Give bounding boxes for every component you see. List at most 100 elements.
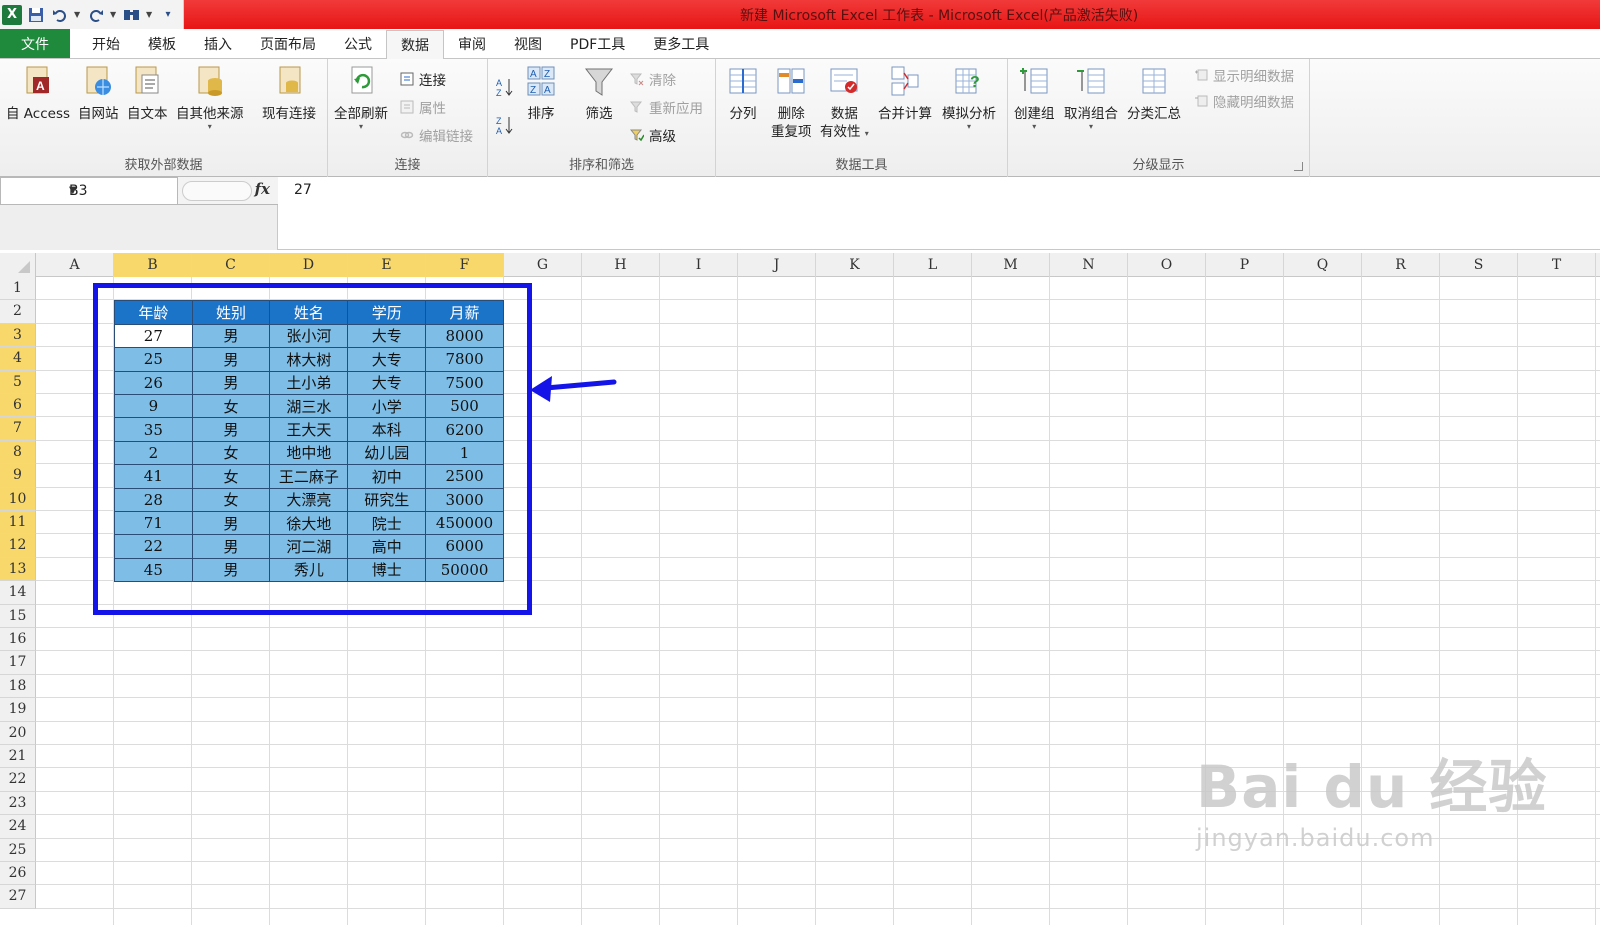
column-header-o[interactable]: O (1128, 253, 1206, 277)
what-if-analysis-button[interactable]: ? 模拟分析 ▾ (942, 65, 996, 131)
row-header-18[interactable]: 18 (0, 674, 36, 699)
row-header-20[interactable]: 20 (0, 721, 36, 745)
column-header-k[interactable]: K (816, 253, 894, 277)
formula-splitter[interactable] (182, 181, 252, 201)
tab-review[interactable]: 审阅 (444, 29, 500, 58)
sort-descending-button[interactable]: ZA (496, 115, 514, 136)
row-header-11[interactable]: 11 (0, 511, 36, 535)
row-header-27[interactable]: 27 (0, 885, 36, 909)
hide-detail-button[interactable]: 隐藏明细数据 (1194, 91, 1294, 111)
reapply-button[interactable]: 重新应用 (629, 97, 703, 117)
row-header-16[interactable]: 16 (0, 628, 36, 652)
clear-filter-button[interactable]: 清除 (629, 69, 676, 89)
row-header-23[interactable]: 23 (0, 791, 36, 816)
sort-ascending-button[interactable]: AZ (496, 77, 514, 98)
row-header-13[interactable]: 13 (0, 557, 36, 582)
tab-formulas[interactable]: 公式 (330, 29, 386, 58)
row-header-6[interactable]: 6 (0, 394, 36, 418)
ungroup-button[interactable]: 取消组合 ▾ (1064, 65, 1118, 131)
tab-more-tools[interactable]: 更多工具 (639, 29, 723, 58)
subtotal-button[interactable]: 分类汇总 (1127, 65, 1181, 123)
tab-file[interactable]: 文件 (0, 29, 70, 58)
column-header-d[interactable]: D (270, 253, 348, 277)
row-header-10[interactable]: 10 (0, 487, 36, 511)
row-header-9[interactable]: 9 (0, 464, 36, 488)
row-header-4[interactable]: 4 (0, 347, 36, 371)
data-validation-button[interactable]: 数据 有效性 ▾ (820, 65, 869, 141)
row-header-17[interactable]: 17 (0, 651, 36, 675)
undo-dropdown-icon[interactable]: ▼ (74, 10, 82, 19)
column-header-j[interactable]: J (738, 253, 816, 277)
refresh-all-button[interactable]: 全部刷新 ▾ (334, 65, 388, 131)
row-header-19[interactable]: 19 (0, 698, 36, 722)
column-header-i[interactable]: I (660, 253, 738, 277)
row-header-24[interactable]: 24 (0, 815, 36, 839)
column-header-h[interactable]: H (582, 253, 660, 277)
remove-duplicates-button[interactable]: 删除 重复项 (771, 65, 812, 141)
column-header-m[interactable]: M (972, 253, 1050, 277)
row-header-3[interactable]: 3 (0, 323, 36, 348)
from-text-button[interactable]: 自文本 (127, 65, 168, 123)
column-header-e[interactable]: E (348, 253, 426, 277)
row-header-22[interactable]: 22 (0, 768, 36, 792)
advanced-filter-button[interactable]: 高级 (629, 125, 676, 145)
consolidate-button[interactable]: 合并计算 (878, 65, 932, 123)
customize-icon[interactable]: ▾ (158, 5, 178, 25)
group-button[interactable]: 创建组 ▾ (1014, 65, 1055, 131)
row-header-14[interactable]: 14 (0, 581, 36, 605)
tab-page-layout[interactable]: 页面布局 (246, 29, 330, 58)
filter-button[interactable]: 筛选 (584, 65, 614, 123)
from-access-button[interactable]: A 自 Access (6, 65, 70, 123)
show-detail-button[interactable]: 显示明细数据 (1194, 65, 1294, 85)
column-header-l[interactable]: L (894, 253, 972, 277)
row-header-7[interactable]: 7 (0, 417, 36, 441)
row-header-25[interactable]: 25 (0, 838, 36, 862)
redo-dropdown-icon[interactable]: ▼ (110, 10, 118, 19)
tab-pdf-tools[interactable]: PDF工具 (556, 29, 639, 58)
from-other-sources-button[interactable]: 自其他来源 ▾ (176, 65, 244, 131)
properties-button[interactable]: 属性 (400, 97, 446, 117)
row-header-26[interactable]: 26 (0, 862, 36, 886)
column-header-a[interactable]: A (36, 253, 114, 277)
row-header-15[interactable]: 15 (0, 604, 36, 628)
row-header-12[interactable]: 12 (0, 534, 36, 558)
edit-links-button[interactable]: 编辑链接 (400, 125, 473, 145)
column-header-t[interactable]: T (1518, 253, 1596, 277)
chevron-down-icon[interactable]: ▼ (69, 185, 171, 196)
save-icon[interactable] (26, 5, 46, 25)
dialog-launcher-icon[interactable] (1294, 162, 1303, 171)
column-header-c[interactable]: C (192, 253, 270, 277)
tab-home[interactable]: 开始 (78, 29, 134, 58)
tab-data[interactable]: 数据 (386, 30, 444, 59)
excel-app-icon[interactable]: X (2, 4, 22, 25)
column-header-b[interactable]: B (114, 253, 192, 277)
column-header-p[interactable]: P (1206, 253, 1284, 277)
column-header-n[interactable]: N (1050, 253, 1128, 277)
find-icon[interactable] (122, 5, 142, 25)
row-header-1[interactable]: 1 (0, 277, 36, 301)
row-header-21[interactable]: 21 (0, 745, 36, 769)
redo-icon[interactable] (86, 5, 106, 25)
tab-insert[interactable]: 插入 (190, 29, 246, 58)
column-header-f[interactable]: F (426, 253, 504, 277)
text-to-columns-button[interactable]: 分列 (728, 65, 758, 123)
row-header-8[interactable]: 8 (0, 440, 36, 465)
name-box[interactable]: B3 ▼ (0, 177, 178, 205)
tab-template[interactable]: 模板 (134, 29, 190, 58)
find-dropdown-icon[interactable]: ▼ (146, 10, 154, 19)
formula-input[interactable]: 27 (294, 182, 312, 198)
row-header-5[interactable]: 5 (0, 370, 36, 394)
column-header-q[interactable]: Q (1284, 253, 1362, 277)
from-web-button[interactable]: 自网站 (78, 65, 119, 123)
column-header-r[interactable]: R (1362, 253, 1440, 277)
row-header-2[interactable]: 2 (0, 300, 36, 324)
select-all-corner[interactable] (0, 253, 36, 277)
sort-button[interactable]: AZZA 排序 (526, 65, 556, 123)
insert-function-icon[interactable]: fx (255, 180, 270, 198)
tab-view[interactable]: 视图 (500, 29, 556, 58)
existing-connections-button[interactable]: 现有连接 (262, 65, 316, 123)
connections-button[interactable]: 连接 (400, 69, 446, 89)
column-header-g[interactable]: G (504, 253, 582, 277)
column-header-s[interactable]: S (1440, 253, 1518, 277)
undo-icon[interactable] (50, 5, 70, 25)
